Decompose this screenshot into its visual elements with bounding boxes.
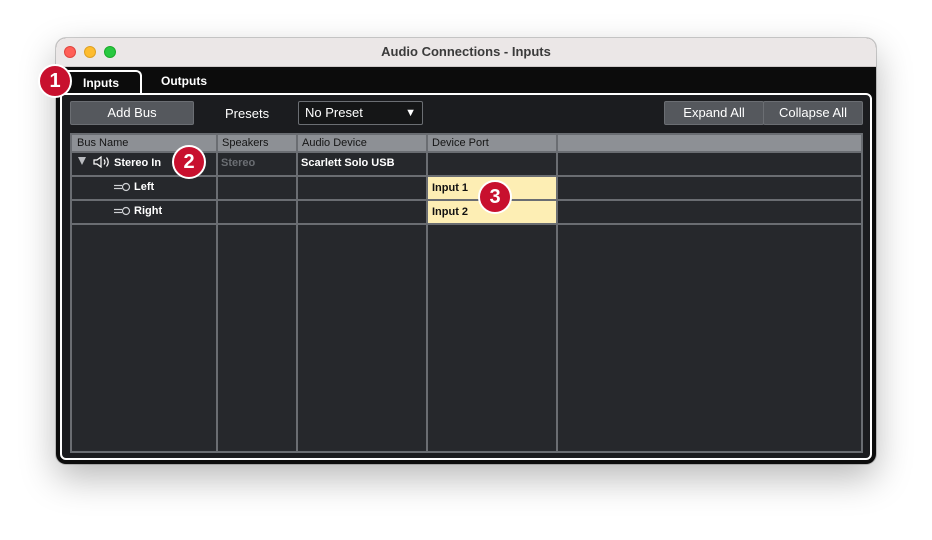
column-divider bbox=[296, 135, 298, 451]
callout-badge-3: 3 bbox=[478, 180, 512, 214]
column-header-device-port[interactable]: Device Port bbox=[432, 135, 489, 151]
jack-icon bbox=[114, 206, 131, 216]
expand-all-button[interactable]: Expand All bbox=[664, 101, 764, 125]
tab-inputs[interactable]: Inputs bbox=[60, 70, 142, 93]
column-divider bbox=[556, 135, 558, 451]
bus-table: Bus Name Speakers Audio Device Device Po… bbox=[70, 133, 863, 453]
window-title: Audio Connections - Inputs bbox=[381, 44, 551, 59]
column-divider bbox=[216, 135, 218, 451]
bus-name-cell[interactable]: Left bbox=[134, 181, 154, 193]
audio-connections-window: Audio Connections - Inputs Inputs Output… bbox=[56, 38, 876, 464]
column-header-audio-device[interactable]: Audio Device bbox=[302, 135, 367, 151]
callout-badge-2: 2 bbox=[172, 145, 206, 179]
speakers-cell: Stereo bbox=[221, 157, 256, 169]
dropdown-arrow-icon: ▼ bbox=[405, 107, 416, 119]
jack-icon bbox=[114, 182, 131, 192]
preset-value: No Preset bbox=[305, 105, 363, 120]
column-header-speakers[interactable]: Speakers bbox=[222, 135, 268, 151]
column-header-bus-name[interactable]: Bus Name bbox=[77, 135, 128, 151]
tab-bar: Inputs Outputs bbox=[56, 67, 876, 93]
row-divider bbox=[72, 223, 861, 225]
tab-outputs[interactable]: Outputs bbox=[148, 70, 220, 93]
preset-select[interactable]: No Preset ▼ bbox=[298, 101, 423, 125]
callout-badge-1: 1 bbox=[38, 64, 72, 98]
bus-name-cell[interactable]: Right bbox=[134, 205, 162, 217]
presets-label: Presets bbox=[225, 106, 270, 121]
add-bus-button[interactable]: Add Bus bbox=[70, 101, 194, 125]
triangle-down-icon[interactable] bbox=[78, 157, 86, 165]
title-bar: Audio Connections - Inputs bbox=[56, 38, 876, 67]
speaker-icon bbox=[93, 156, 109, 168]
bus-name-cell[interactable]: Stereo In bbox=[114, 157, 161, 169]
audio-device-cell[interactable]: Scarlett Solo USB bbox=[301, 157, 395, 169]
collapse-all-button[interactable]: Collapse All bbox=[763, 101, 863, 125]
